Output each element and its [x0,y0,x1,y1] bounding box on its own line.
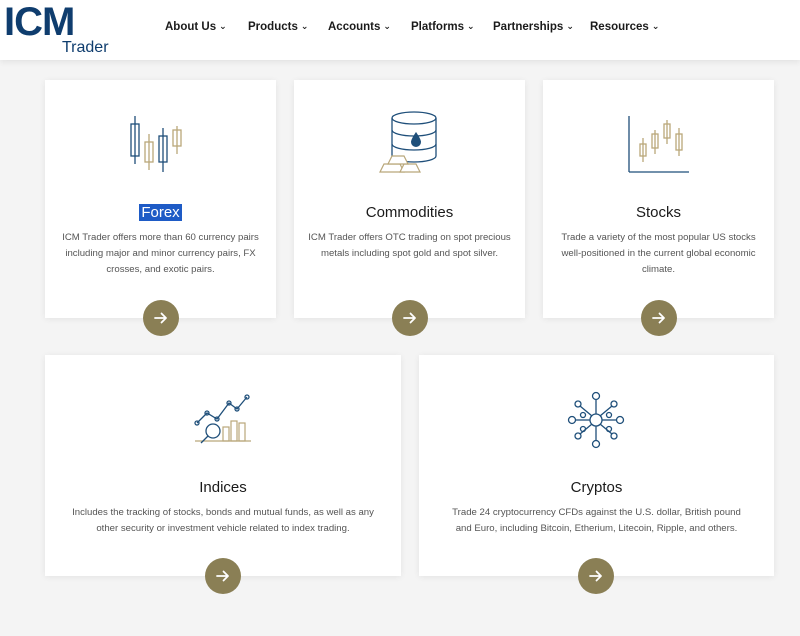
arrow-right-icon [589,570,602,582]
icm-trader-logo[interactable]: ICM Trader [4,0,114,56]
card-description: Trade 24 cryptocurrency CFDs against the… [452,507,741,534]
card-description: ICM Trader offers OTC trading on spot pr… [308,232,511,259]
chevron-down-icon: ⌄ [219,21,227,31]
oil-barrel-gold-icon [379,111,437,173]
nav-platforms[interactable]: Platforms ⌄ [411,21,475,33]
chevron-down-icon: ⌄ [300,21,309,31]
chevron-down-icon: ⌄ [651,21,660,31]
card-title: Indices [199,479,247,496]
logo-subtitle: Trader [62,39,109,56]
nav-partnerships[interactable]: Partnerships ⌄ [493,21,574,33]
crypto-network-icon [567,391,625,449]
arrow-right-icon [216,570,229,582]
commodities-arrow-button[interactable] [392,300,428,336]
chevron-down-icon: ⌄ [467,21,475,31]
card-title: Commodities [365,204,454,221]
nav-accounts[interactable]: Accounts ⌄ [328,21,391,33]
card-title: Stocks [635,204,681,221]
index-chart-magnifier-icon [194,394,251,444]
product-card-indices[interactable]: Indices Includes the tracking of stocks,… [45,355,401,594]
nav-resources[interactable]: Resources ⌄ [590,21,659,33]
product-card-cryptos[interactable]: Cryptos Trade 24 cryptocurrency CFDs aga… [419,355,774,594]
stocks-arrow-button[interactable] [641,300,677,336]
site-header: ICM Trader About Us ⌄ Products ⌄ Accounts ⌄… [0,0,800,60]
product-card-stocks[interactable]: Stocks Trade a variety of the most popul… [543,80,774,336]
indices-arrow-button[interactable] [205,558,241,594]
card-title: Cryptos [570,479,623,496]
arrow-right-icon [154,312,167,324]
card-description: ICM Trader offers more than 60 currency … [62,232,259,275]
product-card-commodities[interactable]: Commodities ICM Trader offers OTC tradin… [294,80,525,336]
stock-chart-icon [628,116,689,173]
arrow-right-icon [403,312,416,324]
nav-products[interactable]: Products ⌄ [248,21,308,33]
chevron-down-icon: ⌄ [566,21,574,31]
card-title: Forex [139,204,182,221]
card-description: Includes the tracking of stocks, bonds a… [72,507,374,534]
card-description: Trade a variety of the most popular US s… [561,232,756,275]
chevron-down-icon: ⌄ [383,21,391,31]
arrow-right-icon [652,312,665,324]
forex-arrow-button[interactable] [143,300,179,336]
product-card-forex[interactable]: Forex ICM Trader offers more than 60 cur… [45,80,276,336]
candlestick-icon [130,116,182,172]
nav-about-us[interactable]: About Us ⌄ [165,21,227,33]
cryptos-arrow-button[interactable] [578,558,614,594]
